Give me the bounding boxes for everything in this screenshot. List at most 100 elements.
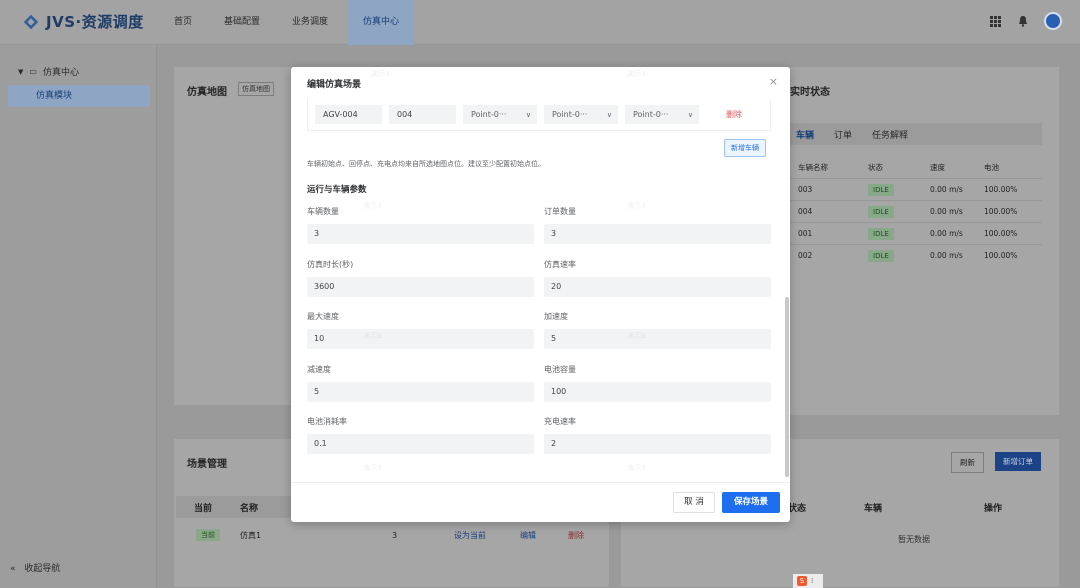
ime-logo-icon: S bbox=[797, 576, 807, 586]
ime-settings-icon: ⁞ bbox=[811, 577, 814, 585]
realtime-title-text: 实时状态 bbox=[790, 87, 830, 98]
map-panel-title: 仿真地图 bbox=[187, 87, 227, 98]
rate-label: 仿真速率 bbox=[544, 260, 576, 269]
col-order-status: 状态 bbox=[788, 503, 807, 514]
chevron-down-icon: ∨ bbox=[525, 110, 531, 119]
sidebar-group-simulation[interactable]: ▼ ▭ 仿真中心 bbox=[18, 65, 79, 78]
app-logo[interactable]: JVS·资源调度 bbox=[22, 11, 144, 32]
dialog-scrollbar[interactable] bbox=[784, 99, 790, 482]
user-avatar[interactable] bbox=[1044, 12, 1062, 30]
table-row: 当前 仿真1 3 设为当前 编辑 删除 bbox=[176, 524, 610, 546]
cell-battery: 100.00% bbox=[984, 207, 1018, 216]
cell-speed: 0.00 m/s bbox=[930, 229, 963, 238]
scene-panel-title: 场景管理 bbox=[187, 459, 227, 470]
logo-icon bbox=[23, 14, 39, 29]
col-speed: 速度 bbox=[930, 162, 945, 172]
ime-toolbar[interactable]: S ⁞ bbox=[793, 574, 823, 588]
cell-scene-name: 仿真1 bbox=[240, 530, 262, 540]
col-battery: 电池 bbox=[984, 162, 999, 172]
start-point-value: Point-0··· bbox=[471, 110, 507, 119]
cancel-button[interactable]: 取 消 bbox=[673, 492, 715, 513]
app-title: JVS·资源调度 bbox=[46, 13, 144, 31]
rate-input[interactable]: 20 bbox=[544, 277, 771, 297]
vehicle-count-input[interactable]: 3 bbox=[307, 224, 534, 244]
max-speed-label: 最大速度 bbox=[307, 312, 339, 321]
top-bar: JVS·资源调度 首页 基础配置 业务调度 仿真中心 bbox=[0, 0, 1080, 45]
cell-vehicle: 002 bbox=[798, 251, 813, 260]
watermark: 演示3 bbox=[627, 70, 646, 78]
drain-rate-label: 电池消耗率 bbox=[307, 417, 347, 426]
realtime-table: 车辆名称 状态 速度 电池 003 IDLE 0.00 m/s 100.00% … bbox=[786, 156, 1042, 266]
close-icon[interactable]: × bbox=[769, 75, 778, 88]
status-badge: IDLE bbox=[868, 206, 894, 218]
nav-dispatch[interactable]: 业务调度 bbox=[280, 0, 340, 45]
current-tag: 当前 bbox=[196, 529, 220, 541]
cell-speed: 0.00 m/s bbox=[930, 185, 963, 194]
save-scene-button[interactable]: 保存场景 bbox=[722, 492, 780, 513]
new-order-button[interactable]: 新增订单 bbox=[995, 452, 1041, 471]
add-vehicle-button[interactable]: 新增车辆 bbox=[724, 139, 766, 157]
double-chevron-left-icon: « bbox=[10, 564, 16, 574]
collapse-nav-button[interactable]: « 收起导航 bbox=[10, 561, 60, 574]
bell-icon[interactable] bbox=[1016, 14, 1030, 28]
charge-point-select[interactable]: Point-0··· ∨ bbox=[625, 105, 699, 124]
nav-home[interactable]: 首页 bbox=[162, 0, 204, 45]
delete-link[interactable]: 删除 bbox=[568, 530, 584, 541]
vehicle-count-label: 车辆数量 bbox=[307, 207, 339, 216]
nav-simulation[interactable]: 仿真中心 bbox=[348, 0, 415, 45]
table-row: 004 IDLE 0.00 m/s 100.00% bbox=[786, 200, 1042, 222]
monitor-icon: ▭ bbox=[29, 67, 37, 76]
sidebar: ▼ ▭ 仿真中心 仿真模块 « 收起导航 bbox=[0, 45, 157, 588]
battery-cap-label: 电池容量 bbox=[544, 365, 576, 374]
decel-input[interactable]: 5 bbox=[307, 382, 534, 402]
table-row: 002 IDLE 0.00 m/s 100.00% bbox=[786, 244, 1042, 266]
map-panel-tag[interactable]: 仿真地图 bbox=[238, 82, 274, 96]
status-badge: IDLE bbox=[868, 184, 894, 196]
cell-speed: 0.00 m/s bbox=[930, 207, 963, 216]
set-current-link[interactable]: 设为当前 bbox=[454, 530, 520, 541]
charge-point-value: Point-0··· bbox=[633, 110, 669, 119]
refresh-button[interactable]: 刷新 bbox=[951, 452, 984, 473]
watermark: 演示3 bbox=[627, 332, 646, 340]
battery-cap-input[interactable]: 100 bbox=[544, 382, 771, 402]
nav-basic-config[interactable]: 基础配置 bbox=[212, 0, 272, 45]
park-point-select[interactable]: Point-0··· ∨ bbox=[544, 105, 618, 124]
order-count-input[interactable]: 3 bbox=[544, 224, 771, 244]
charge-rate-input[interactable]: 2 bbox=[544, 434, 771, 454]
order-count-label: 订单数量 bbox=[544, 207, 576, 216]
edit-link[interactable]: 编辑 bbox=[520, 530, 568, 541]
caret-down-icon: ▼ bbox=[18, 67, 24, 76]
empty-state: 暂无数据 bbox=[898, 535, 930, 544]
park-point-value: Point-0··· bbox=[552, 110, 588, 119]
watermark: 演示3 bbox=[371, 70, 390, 78]
order-table-header: 状态 车辆 操作 bbox=[786, 496, 1042, 518]
apps-grid-icon[interactable] bbox=[988, 14, 1002, 28]
col-name: 名称 bbox=[240, 503, 259, 514]
col-order-vehicle: 车辆 bbox=[864, 503, 883, 514]
chevron-down-icon: ∨ bbox=[687, 110, 693, 119]
vehicle-code-input[interactable]: 004 bbox=[389, 105, 456, 124]
decel-label: 减速度 bbox=[307, 365, 331, 374]
vehicle-row: AGV-004 004 Point-0··· ∨ Point-0··· ∨ Po… bbox=[307, 99, 771, 131]
tab-task-explain[interactable]: 任务解释 bbox=[872, 128, 908, 141]
tab-orders[interactable]: 订单 bbox=[834, 128, 852, 141]
col-status: 状态 bbox=[868, 162, 883, 172]
accel-input[interactable]: 5 bbox=[544, 329, 771, 349]
main-nav: 首页 基础配置 业务调度 仿真中心 bbox=[162, 0, 422, 45]
watermark: 演示3 bbox=[627, 202, 646, 210]
tab-vehicles[interactable]: 车辆 bbox=[796, 128, 814, 141]
max-speed-input[interactable]: 10 bbox=[307, 329, 534, 349]
duration-label: 仿真时长(秒) bbox=[307, 260, 354, 269]
duration-input[interactable]: 3600 bbox=[307, 277, 534, 297]
sidebar-item-sim-module[interactable]: 仿真模块 bbox=[8, 85, 150, 107]
cell-battery: 100.00% bbox=[984, 251, 1018, 260]
scrollbar-thumb[interactable] bbox=[785, 297, 789, 477]
start-point-select[interactable]: Point-0··· ∨ bbox=[463, 105, 537, 124]
section-title: 运行与车辆参数 bbox=[307, 185, 367, 195]
cell-vehicle: 001 bbox=[798, 229, 813, 238]
drain-rate-input[interactable]: 0.1 bbox=[307, 434, 534, 454]
dialog-footer: 取 消 保存场景 bbox=[291, 482, 790, 522]
vehicle-name-input[interactable]: AGV-004 bbox=[315, 105, 382, 124]
watermark: 演示3 bbox=[363, 332, 382, 340]
delete-vehicle-link[interactable]: 删除 bbox=[726, 109, 742, 120]
